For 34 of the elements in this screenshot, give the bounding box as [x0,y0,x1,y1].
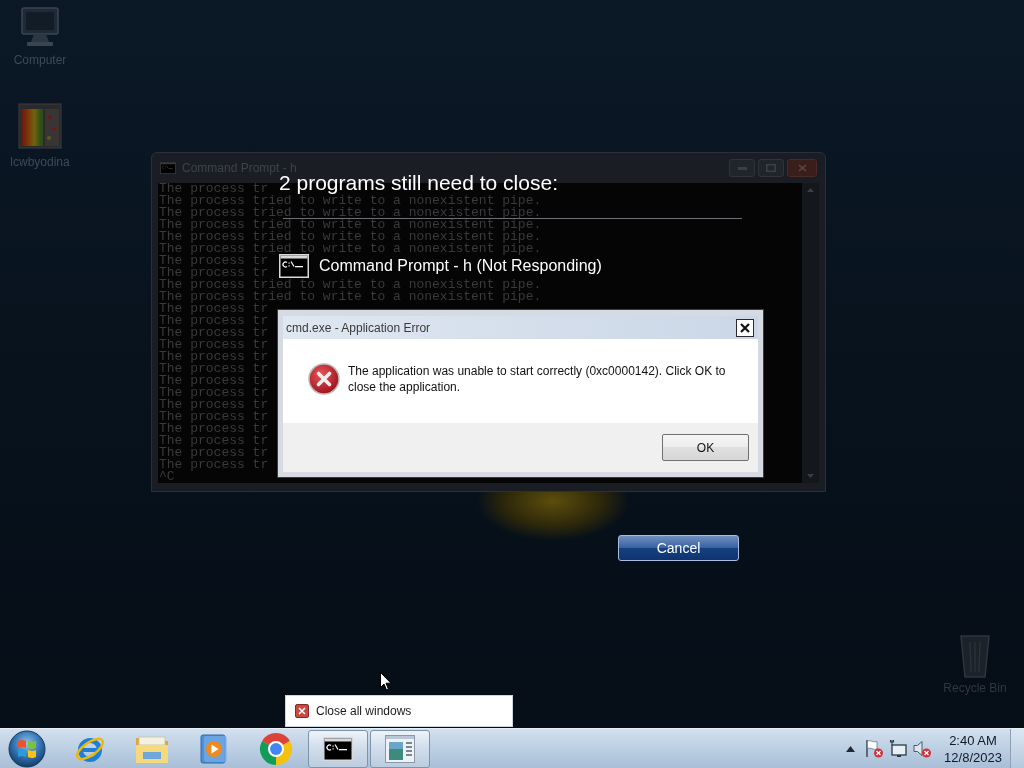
clock-time[interactable]: 2:40 AM [949,731,997,749]
shutdown-title: 2 programs still need to close: [279,171,558,195]
ok-button[interactable]: OK [662,434,749,461]
speaker-icon[interactable] [913,739,931,758]
flag-icon[interactable] [865,739,883,758]
trash-bin-icon [959,632,991,678]
error-icon [308,363,340,395]
close-icon [740,322,750,333]
show-desktop-button[interactable] [1010,729,1024,768]
taskbar-button[interactable] [308,729,368,768]
computer-icon [18,7,62,47]
app-window-icon [385,734,415,763]
caret-up-icon[interactable] [846,745,855,752]
image-file-icon [18,103,62,149]
program-name: Command Prompt - h (Not Responding) [319,256,602,276]
maximize-icon [766,164,776,172]
cancel-button[interactable]: Cancel [618,535,739,561]
media-player-icon [200,733,228,764]
close-icon [797,164,807,172]
mouse-pointer-icon [380,672,392,691]
round-logo-icon [259,731,293,766]
console-icon [323,736,353,761]
flag-orb-icon [8,729,46,768]
close-button[interactable] [736,318,754,337]
start-button[interactable] [7,729,47,768]
console-icon [160,162,176,174]
close-window-icon [295,704,309,718]
dialog-title: cmd.exe - Application Error [286,320,431,335]
clock-date[interactable]: 12/8/2023 [944,748,1002,766]
folder-icon [135,733,169,764]
network-icon[interactable] [889,739,907,758]
error-message: The application was unable to start correctly (0xc0000142). Click OK to close the application. [348,363,727,395]
menu-item[interactable]: Close all windows [286,698,420,724]
console-icon [279,254,309,278]
